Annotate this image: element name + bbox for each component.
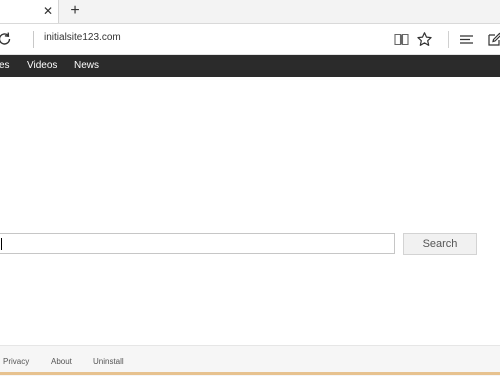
toolbar-divider: [33, 31, 34, 48]
reading-view-icon[interactable]: [393, 31, 410, 48]
site-nav-bar: es Videos News: [0, 55, 500, 77]
footer-link-uninstall[interactable]: Uninstall: [93, 357, 124, 366]
browser-toolbar: initialsite123.com: [0, 24, 500, 55]
search-button[interactable]: Search: [403, 233, 477, 255]
close-tab-icon[interactable]: ✕: [40, 3, 56, 19]
favorite-star-icon[interactable]: [416, 31, 433, 48]
browser-tab-strip: ✕ +: [0, 0, 500, 24]
search-input[interactable]: [0, 233, 395, 254]
nav-item-videos[interactable]: Videos: [27, 60, 57, 71]
text-caret: [1, 238, 2, 250]
footer-link-privacy[interactable]: Privacy: [3, 357, 29, 366]
address-bar[interactable]: initialsite123.com: [44, 32, 121, 43]
footer-link-about[interactable]: About: [51, 357, 72, 366]
hub-icon[interactable]: [458, 31, 475, 48]
nav-item-news[interactable]: News: [74, 60, 99, 71]
web-note-icon[interactable]: [486, 31, 500, 48]
new-tab-button[interactable]: +: [66, 2, 84, 20]
toolbar-divider: [448, 31, 449, 48]
browser-tab-active[interactable]: ✕: [0, 0, 59, 23]
refresh-icon[interactable]: [0, 30, 14, 48]
nav-item-images[interactable]: es: [0, 60, 10, 71]
